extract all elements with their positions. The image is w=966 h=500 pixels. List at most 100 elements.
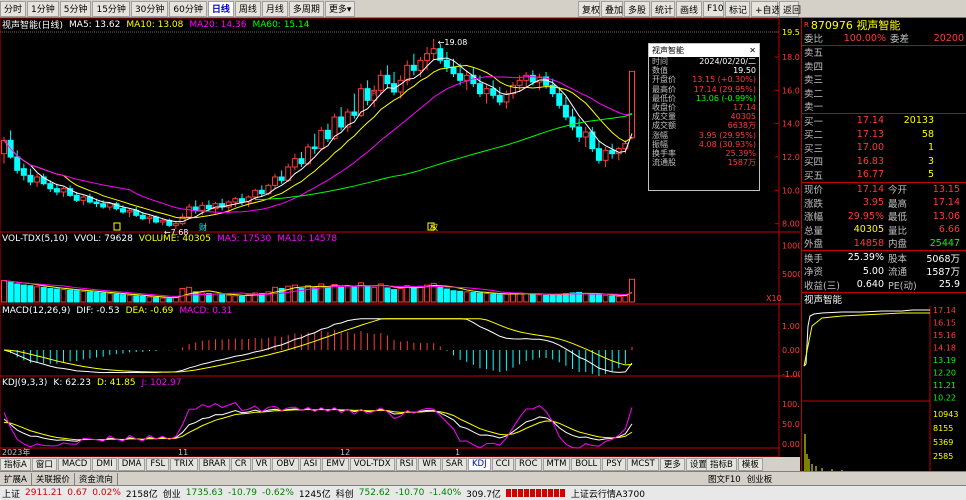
period-button-8[interactable]: 月线 xyxy=(261,0,288,17)
bid-label: 买一 xyxy=(804,116,824,128)
indicator-tab-1[interactable]: 窗口 xyxy=(31,457,57,471)
indicator-tab-2[interactable]: MACD xyxy=(57,457,92,471)
candle-body xyxy=(556,93,563,106)
tag-r: R xyxy=(372,90,377,98)
candle-body xyxy=(47,183,54,190)
period-button-10[interactable]: 更多▾ xyxy=(324,0,356,17)
toolbar-right-button-2[interactable]: 多股 xyxy=(624,1,650,17)
indicator-tab-6[interactable]: TRIX xyxy=(170,457,198,471)
stat-value2: 25.9 xyxy=(938,279,960,291)
toolbar-right-button-3[interactable]: 统计 xyxy=(651,1,675,17)
volume-bar xyxy=(311,287,318,303)
j-label: J: 102.97 xyxy=(141,377,182,388)
indicator-right-1[interactable]: 模板 xyxy=(737,457,763,471)
indicator-tab-20[interactable]: MTM xyxy=(542,457,571,471)
indicator-tab-22[interactable]: PSY xyxy=(602,457,626,471)
candle-body xyxy=(146,216,153,220)
volume-bar xyxy=(510,293,517,303)
bottom-tab-1[interactable]: 关联报价 xyxy=(32,472,75,485)
indicator-tab-3[interactable]: DMI xyxy=(92,457,117,471)
ma60-label: MA60: 15.14 xyxy=(252,19,310,30)
bottom-tab-2[interactable]: 资金流向 xyxy=(75,472,118,485)
period-button-0[interactable]: 分时 xyxy=(0,0,27,17)
mini-intraday-chart[interactable]: 17.14 16.15 15.16 14.18 13.19 12.20 11.21 10.22… xyxy=(802,306,966,476)
candle-body xyxy=(186,206,193,218)
stat-label2: 流通 xyxy=(888,267,908,279)
volume-bar xyxy=(27,285,34,303)
quote-row: 外盘 14858 内盘 25447 xyxy=(802,237,966,251)
vvol-label: VVOL: 79628 xyxy=(74,233,133,244)
bottom-right-tab-0[interactable]: 图文F10 xyxy=(705,473,744,485)
volume-bar xyxy=(443,288,450,303)
indicator-tab-12[interactable]: EMV xyxy=(322,457,349,471)
volume-bar xyxy=(556,293,563,303)
volume-bar xyxy=(384,287,391,303)
toolbar-right-button-4[interactable]: 画线 xyxy=(676,1,702,17)
indicator-tab-15[interactable]: WR xyxy=(418,457,441,471)
indicator-right-0[interactable]: 指标B xyxy=(706,457,737,471)
sh-label: 上证 xyxy=(2,489,21,500)
volume-bar xyxy=(391,289,398,303)
dif-line xyxy=(3,318,633,374)
volume-bar xyxy=(549,294,556,303)
indicator-tab-17[interactable]: KDJ xyxy=(467,457,491,471)
bottom-tab-0[interactable]: 扩展A xyxy=(0,472,32,485)
volume-bar xyxy=(463,291,470,303)
candle-body xyxy=(516,79,523,86)
period-button-9[interactable]: 多周期 xyxy=(288,0,324,17)
indicator-tab-10[interactable]: OBV xyxy=(272,457,299,471)
candle-body xyxy=(311,146,318,150)
period-button-5[interactable]: 60分钟 xyxy=(169,0,207,17)
volume-bar xyxy=(86,291,93,303)
indicator-tab-7[interactable]: BRAR xyxy=(198,457,230,471)
period-button-7[interactable]: 周线 xyxy=(234,0,261,17)
toolbar-right-button-1[interactable]: 叠加 xyxy=(601,1,623,17)
indicator-tab-18[interactable]: CCI xyxy=(491,457,514,471)
candle-body xyxy=(258,189,265,195)
toolbar-right-button-8[interactable]: 返回 xyxy=(779,1,801,17)
bottom-right-tab-1[interactable]: 创业板 xyxy=(744,473,776,485)
toolbar-right-button-0[interactable]: 复权 xyxy=(578,1,600,17)
candle-body xyxy=(569,116,576,128)
ma20-line xyxy=(3,76,633,213)
toolbar-right-button-6[interactable]: 标记 xyxy=(725,1,750,17)
main-title: 视声智能(日线) xyxy=(2,21,64,31)
bid-row: 买四 16.83 3 xyxy=(802,155,966,169)
indicator-tab-5[interactable]: FSL xyxy=(146,457,170,471)
indicator-tab-11[interactable]: ASI xyxy=(299,457,322,471)
period-button-2[interactable]: 5分钟 xyxy=(59,0,92,17)
weicha-label: 委差 xyxy=(890,34,910,46)
stat-label: 收益(三) xyxy=(804,280,840,292)
candle-body xyxy=(93,201,100,205)
indicator-tab-21[interactable]: BOLL xyxy=(571,457,602,471)
period-button-3[interactable]: 15分钟 xyxy=(92,0,130,17)
period-button-1[interactable]: 1分钟 xyxy=(27,0,59,17)
mini-price-label-4: 13.19 xyxy=(933,356,956,365)
event-box-a xyxy=(113,222,121,231)
bid-label: 买四 xyxy=(804,157,824,169)
period-button-6[interactable]: 日线 xyxy=(207,0,234,17)
indicator-tab-4[interactable]: DMA xyxy=(117,457,146,471)
volume-bar xyxy=(40,286,47,303)
tooltip-value: 17.14 xyxy=(733,103,756,113)
tooltip-value: 1587万 xyxy=(727,158,756,168)
indicator-tab-14[interactable]: RSI xyxy=(395,457,418,471)
tooltip-close-icon[interactable]: ✕ xyxy=(749,46,756,55)
volume-bar xyxy=(225,294,232,303)
dif-label: DIF: -0.53 xyxy=(76,305,120,316)
indicator-tab-16[interactable]: SAR xyxy=(441,457,467,471)
toolbar-right-button-7[interactable]: +自选 xyxy=(751,1,781,17)
period-button-4[interactable]: 30分钟 xyxy=(130,0,169,17)
toolbar-right-button-5[interactable]: F10 xyxy=(703,1,724,17)
indicator-tab-8[interactable]: CR xyxy=(230,457,251,471)
bid-volume: 1 xyxy=(927,142,934,154)
indicator-tab-0[interactable]: 指标A xyxy=(0,457,31,471)
indicator-tab-24[interactable]: 更多 xyxy=(659,457,685,471)
volume-bar xyxy=(119,294,126,303)
indicator-tab-13[interactable]: VOL-TDX xyxy=(349,457,395,471)
indicator-tab-19[interactable]: ROC xyxy=(515,457,542,471)
indicator-tab-9[interactable]: VR xyxy=(251,457,272,471)
quote-label2: 量比 xyxy=(888,225,908,237)
stat-row: 换手 25.39% 股本 5068万 xyxy=(802,251,966,265)
indicator-tab-23[interactable]: MCST xyxy=(626,457,659,471)
